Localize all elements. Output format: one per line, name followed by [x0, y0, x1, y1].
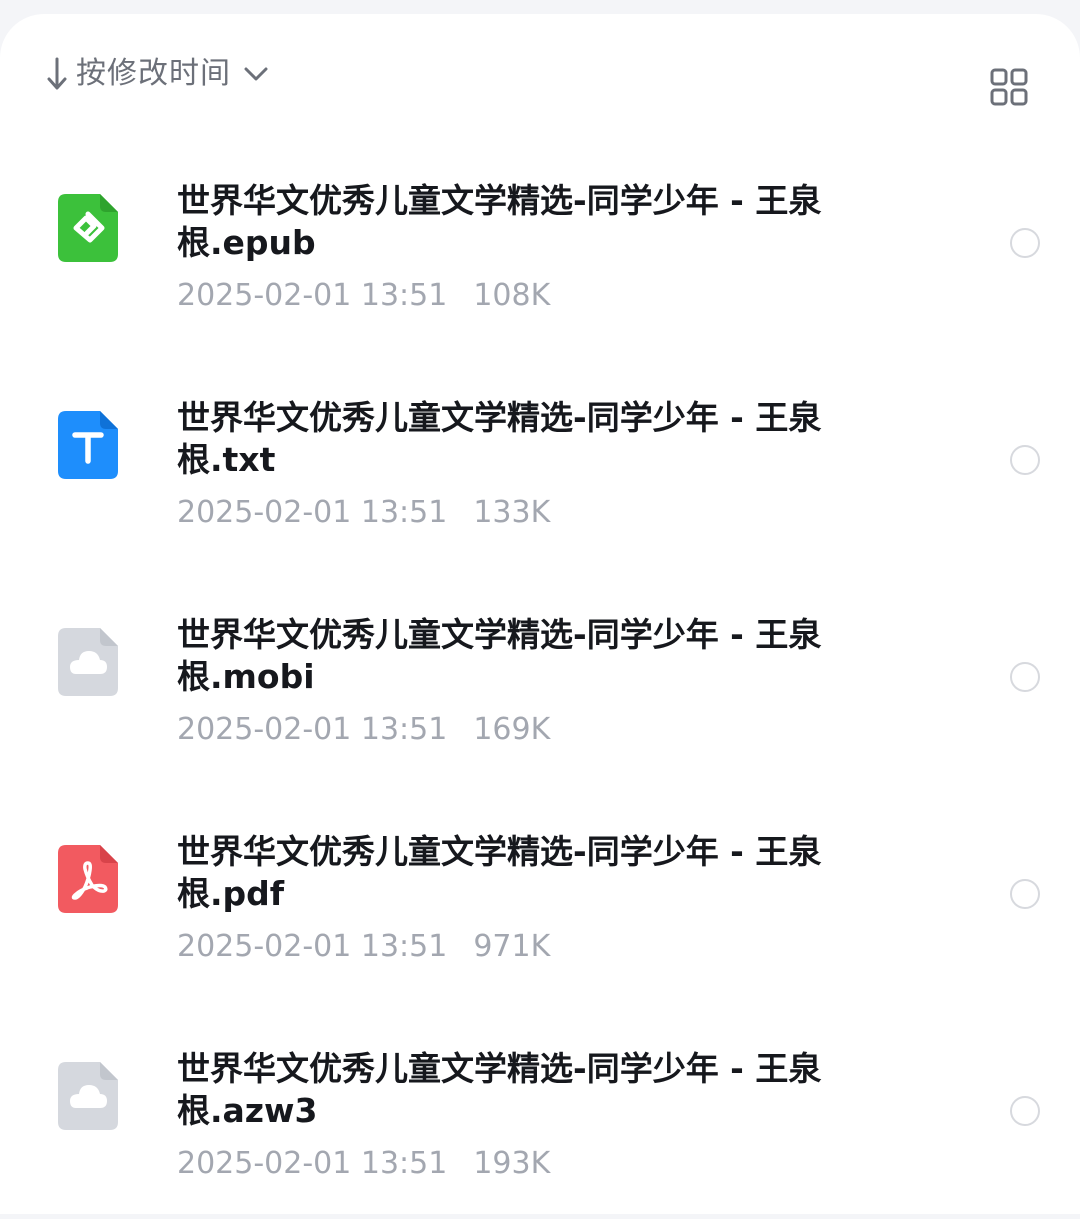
- select-radio[interactable]: [1010, 228, 1040, 258]
- file-name: 世界华文优秀儿童文学精选-同学少年 - 王泉 根.txt: [177, 397, 877, 481]
- file-name-line1: 世界华文优秀儿童文学精选-同学少年 - 王泉: [177, 1049, 822, 1088]
- cloud-file-icon: [58, 628, 118, 696]
- file-meta: 2025-02-01 13:51 108K: [177, 278, 777, 314]
- file-date: 2025-02-01 13:51: [177, 712, 448, 747]
- file-list: 世界华文优秀儿童文学精选-同学少年 - 王泉 根.epub 2025-02-01…: [0, 134, 1080, 1219]
- file-size: 133K: [473, 495, 551, 530]
- file-size: 108K: [473, 278, 551, 313]
- file-size: 971K: [473, 929, 551, 964]
- file-name-line2: 根.txt: [177, 440, 276, 479]
- select-radio[interactable]: [1010, 879, 1040, 909]
- sort-label: 按修改时间: [76, 56, 231, 91]
- file-name-line2: 根.pdf: [177, 874, 285, 913]
- file-meta: 2025-02-01 13:51 193K: [177, 1146, 777, 1182]
- file-name: 世界华文优秀儿童文学精选-同学少年 - 王泉 根.pdf: [177, 831, 877, 915]
- file-meta: 2025-02-01 13:51 169K: [177, 712, 777, 748]
- file-name-line1: 世界华文优秀儿童文学精选-同学少年 - 王泉: [177, 181, 822, 220]
- file-name-line1: 世界华文优秀儿童文学精选-同学少年 - 王泉: [177, 615, 822, 654]
- toolbar: 按修改时间: [0, 14, 1080, 134]
- file-item-azw3[interactable]: 世界华文优秀儿童文学精选-同学少年 - 王泉 根.azw3 2025-02-01…: [0, 1002, 1080, 1219]
- file-name-line2: 根.epub: [177, 223, 316, 262]
- file-size: 169K: [473, 712, 551, 747]
- select-radio[interactable]: [1010, 1096, 1040, 1126]
- file-meta: 2025-02-01 13:51 971K: [177, 929, 777, 965]
- file-date: 2025-02-01 13:51: [177, 278, 448, 313]
- file-name: 世界华文优秀儿童文学精选-同学少年 - 王泉 根.azw3: [177, 1048, 877, 1132]
- file-meta: 2025-02-01 13:51 133K: [177, 495, 777, 531]
- file-date: 2025-02-01 13:51: [177, 929, 448, 964]
- select-radio[interactable]: [1010, 662, 1040, 692]
- file-name-line2: 根.azw3: [177, 1091, 318, 1130]
- file-list-panel: 按修改时间 世界华文优秀儿童文学精选-同学少年 - 王泉 根.epub 2025…: [0, 14, 1080, 1214]
- file-name-line1: 世界华文优秀儿童文学精选-同学少年 - 王泉: [177, 398, 822, 437]
- file-item-mobi[interactable]: 世界华文优秀儿童文学精选-同学少年 - 王泉 根.mobi 2025-02-01…: [0, 568, 1080, 785]
- file-date: 2025-02-01 13:51: [177, 1146, 448, 1181]
- file-name-line2: 根.mobi: [177, 657, 315, 696]
- file-date: 2025-02-01 13:51: [177, 495, 448, 530]
- file-name: 世界华文优秀儿童文学精选-同学少年 - 王泉 根.epub: [177, 180, 877, 264]
- file-item-epub[interactable]: 世界华文优秀儿童文学精选-同学少年 - 王泉 根.epub 2025-02-01…: [0, 134, 1080, 351]
- epub-file-icon: [58, 194, 118, 262]
- grid-view-icon[interactable]: [990, 68, 1028, 106]
- chevron-down-icon: [244, 67, 268, 81]
- cloud-file-icon: [58, 1062, 118, 1130]
- sort-button[interactable]: 按修改时间: [46, 52, 269, 96]
- file-item-pdf[interactable]: 世界华文优秀儿童文学精选-同学少年 - 王泉 根.pdf 2025-02-01 …: [0, 785, 1080, 1002]
- file-name: 世界华文优秀儿童文学精选-同学少年 - 王泉 根.mobi: [177, 614, 877, 698]
- file-item-txt[interactable]: 世界华文优秀儿童文学精选-同学少年 - 王泉 根.txt 2025-02-01 …: [0, 351, 1080, 568]
- arrow-down-icon: [47, 57, 67, 90]
- txt-file-icon: [58, 411, 118, 479]
- file-size: 193K: [473, 1146, 551, 1181]
- pdf-file-icon: [58, 845, 118, 913]
- file-name-line1: 世界华文优秀儿童文学精选-同学少年 - 王泉: [177, 832, 822, 871]
- select-radio[interactable]: [1010, 445, 1040, 475]
